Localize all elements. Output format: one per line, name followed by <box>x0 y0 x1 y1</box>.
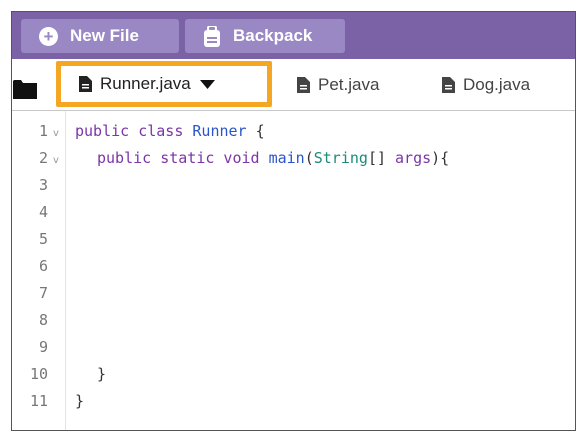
tab-label: Dog.java <box>463 75 531 94</box>
class-name-token: Runner <box>192 122 247 140</box>
line-number: 8 <box>38 311 48 329</box>
plus-circle-icon: + <box>39 26 58 46</box>
method-name-token: main <box>268 149 305 167</box>
line-number: 7 <box>38 284 48 302</box>
backpack-icon <box>204 25 220 47</box>
line-number: 4 <box>38 203 48 221</box>
line-number-gutter: 1 v 2 v 3 4 5 6 7 8 9 10 11 <box>12 111 66 430</box>
file-icon <box>79 76 92 92</box>
brace-token: ){ <box>431 149 450 167</box>
folder-icon[interactable] <box>13 79 37 99</box>
keyword-token: public class <box>75 122 193 140</box>
keyword-token: public static void <box>97 149 269 167</box>
argument-token: args <box>395 149 432 167</box>
new-file-button[interactable]: + New File <box>21 19 179 53</box>
file-icon <box>442 77 455 93</box>
fold-chevron-icon[interactable]: v <box>53 155 59 166</box>
code-line-11: } <box>75 392 85 410</box>
file-icon <box>297 77 310 93</box>
code-editor-window: + New File Backpack Runner.java Pet.java… <box>11 11 576 431</box>
caret-down-icon[interactable] <box>199 79 215 89</box>
tab-dog-java[interactable]: Dog.java <box>442 59 530 111</box>
backpack-button[interactable]: Backpack <box>185 19 345 53</box>
tab-label: Runner.java <box>100 74 191 93</box>
line-number: 5 <box>38 230 48 248</box>
code-line-10: } <box>97 365 107 383</box>
line-number: 11 <box>29 392 48 410</box>
backpack-label: Backpack <box>233 26 313 45</box>
new-file-label: New File <box>70 26 139 45</box>
code-editor[interactable]: 1 v 2 v 3 4 5 6 7 8 9 10 11 public class… <box>12 111 575 430</box>
top-toolbar: + New File Backpack <box>12 12 575 59</box>
file-tab-bar: Runner.java Pet.java Dog.java <box>12 59 575 111</box>
brace-token: { <box>246 122 265 140</box>
paren-token: ( <box>304 149 314 167</box>
line-number: 9 <box>38 338 48 356</box>
line-number: 1 <box>38 122 48 140</box>
line-number: 2 <box>38 149 48 167</box>
type-token: String <box>313 149 368 167</box>
line-number: 10 <box>29 365 48 383</box>
bracket-token: [] <box>367 149 396 167</box>
code-line-2: public static void main(String[] args){ <box>97 149 449 167</box>
tab-runner-java[interactable]: Runner.java <box>56 61 272 107</box>
line-number: 3 <box>38 176 48 194</box>
tab-pet-java[interactable]: Pet.java <box>297 59 379 111</box>
tab-label: Pet.java <box>318 75 380 94</box>
line-number: 6 <box>38 257 48 275</box>
code-line-1: public class Runner { <box>75 122 265 140</box>
fold-chevron-icon[interactable]: v <box>53 128 59 139</box>
